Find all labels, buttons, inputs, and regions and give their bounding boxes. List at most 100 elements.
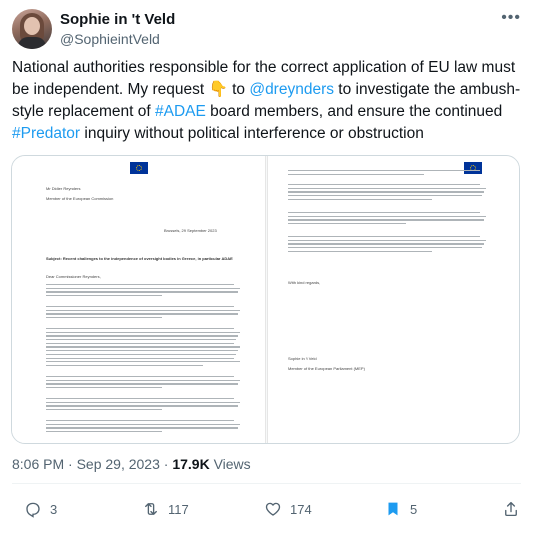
text-line xyxy=(46,383,239,385)
letter-recipient-role: Member of the European Commission xyxy=(46,196,114,201)
text-line xyxy=(46,284,235,286)
bookmark-count: 5 xyxy=(410,501,418,517)
tweet-text-segment: to xyxy=(227,81,250,98)
share-button[interactable] xyxy=(502,497,528,521)
letter-paragraphs-2 xyxy=(46,306,242,321)
tweet-text: National authorities responsible for the… xyxy=(12,57,524,145)
letter-paragraphs-3 xyxy=(46,328,242,369)
more-options-icon[interactable]: ••• xyxy=(501,10,521,26)
avatar[interactable] xyxy=(12,9,52,49)
hashtag-link[interactable]: #Predator xyxy=(12,125,80,142)
tweet-header: Sophie in 't Veld @SophieintVeld ••• xyxy=(12,9,521,49)
letter-date: Brussels, 29 September 2023 xyxy=(164,228,217,233)
text-line xyxy=(288,250,432,253)
text-line xyxy=(288,239,486,241)
author-handle[interactable]: @SophieintVeld xyxy=(60,30,160,48)
retweet-icon xyxy=(145,503,157,515)
text-line xyxy=(46,353,237,356)
letter-recipient-name: Mr Didier Reynders xyxy=(46,186,81,191)
tweet-text-segment: board members, and ensure the continued xyxy=(205,103,503,120)
text-line xyxy=(46,387,162,389)
text-line xyxy=(46,364,203,367)
letter-page-1: Mr Didier Reynders Member of the Europea… xyxy=(12,156,265,443)
letter-signer-name: Sophie in 't Veld xyxy=(288,356,317,361)
action-bar: 3 117 174 5 xyxy=(12,497,521,521)
text-line xyxy=(288,170,480,172)
letter-paragraphs-7 xyxy=(288,170,488,177)
reply-button[interactable]: 3 xyxy=(24,497,57,521)
text-line xyxy=(288,212,480,214)
text-line xyxy=(46,313,239,315)
text-line xyxy=(46,398,235,400)
text-line xyxy=(46,409,162,411)
text-line xyxy=(46,427,239,429)
mention-link[interactable]: @dreynders xyxy=(249,81,334,98)
tweet-timestamp[interactable]: 8:06 PM · Sep 29, 2023 · xyxy=(12,456,172,472)
tweet-meta: 8:06 PM · Sep 29, 2023 · 17.9K Views xyxy=(12,455,251,473)
letter-paragraphs-4 xyxy=(46,376,242,391)
letter-paragraphs-10 xyxy=(288,236,488,254)
text-line xyxy=(288,247,482,249)
letter-paragraphs-9 xyxy=(288,212,488,227)
text-line xyxy=(288,198,432,201)
retweet-count: 117 xyxy=(168,501,189,517)
bookmark-button[interactable]: 5 xyxy=(384,497,417,521)
text-line xyxy=(46,405,239,407)
text-line xyxy=(46,306,235,308)
reply-icon xyxy=(26,502,40,518)
text-line xyxy=(46,401,241,403)
text-line xyxy=(288,223,406,225)
text-line xyxy=(46,376,235,378)
text-line xyxy=(46,295,162,297)
text-line xyxy=(46,357,235,359)
text-line xyxy=(288,219,484,221)
letter-paragraphs-5 xyxy=(46,398,242,413)
like-count: 174 xyxy=(290,501,312,517)
letter-salutation: Dear Commissioner Reynders, xyxy=(46,274,101,279)
share-icon xyxy=(505,501,517,517)
text-line xyxy=(288,184,480,186)
text-line xyxy=(46,335,239,337)
text-line xyxy=(46,346,241,348)
text-line xyxy=(288,187,486,189)
text-line xyxy=(46,309,241,311)
text-line xyxy=(288,173,424,175)
letter-page-2: With kind regards, Sophie in 't Veld Mem… xyxy=(268,156,519,443)
text-line xyxy=(288,243,484,245)
author-name[interactable]: Sophie in 't Veld xyxy=(60,11,175,29)
views-count: 17.9K xyxy=(172,456,210,472)
letter-subject: Subject: Recent challenges to the indepe… xyxy=(46,256,233,261)
text-line xyxy=(288,215,486,217)
letter-paragraphs-8 xyxy=(288,184,488,202)
divider xyxy=(12,483,521,484)
text-line xyxy=(46,287,241,289)
attached-letter-image[interactable]: Mr Didier Reynders Member of the Europea… xyxy=(11,155,520,444)
hashtag-link[interactable]: #ADAE xyxy=(155,103,206,120)
text-line xyxy=(46,328,235,330)
text-line xyxy=(46,423,241,425)
letter-signer-role: Member of the European Parliament (MEP) xyxy=(288,366,365,371)
text-line xyxy=(288,191,484,193)
text-line xyxy=(46,291,239,293)
letter-paragraphs-1 xyxy=(46,284,242,299)
text-line xyxy=(46,317,162,319)
text-line xyxy=(46,350,239,352)
letter-closing: With kind regards, xyxy=(288,280,321,285)
views-label: Views xyxy=(209,456,251,472)
text-line xyxy=(46,431,162,433)
heart-icon xyxy=(265,502,281,516)
like-button[interactable]: 174 xyxy=(264,497,312,521)
tweet-text-segment: inquiry without political interference o… xyxy=(80,125,424,142)
text-line xyxy=(288,236,480,238)
bookmark-icon xyxy=(388,502,398,516)
text-line xyxy=(46,420,235,422)
text-line xyxy=(46,361,241,363)
text-line xyxy=(288,195,482,197)
text-line xyxy=(46,379,241,381)
retweet-button[interactable]: 117 xyxy=(142,497,189,521)
eu-flag-icon xyxy=(130,162,148,174)
letter-paragraphs-6 xyxy=(46,420,242,435)
tweet-text-segment: 👇 xyxy=(208,81,228,98)
text-line xyxy=(46,339,237,341)
reply-count: 3 xyxy=(50,501,58,517)
